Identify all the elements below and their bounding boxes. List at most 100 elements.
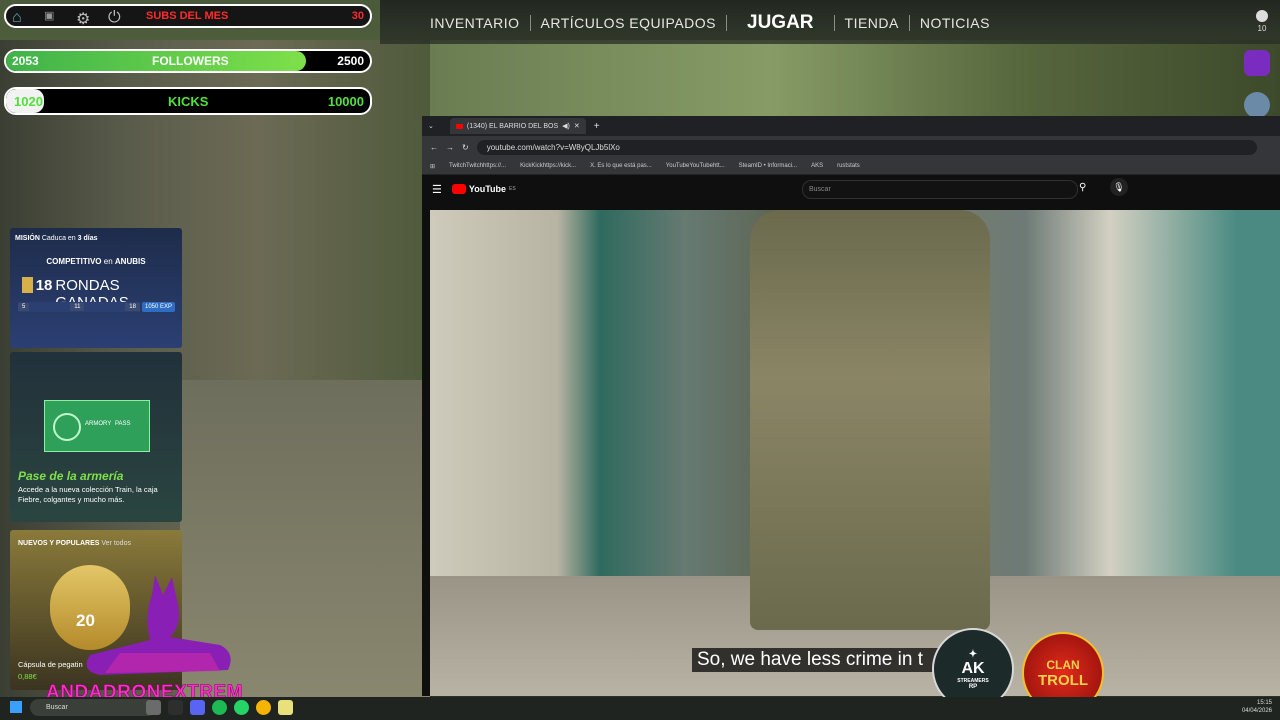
chrome-icon[interactable] — [256, 700, 271, 715]
game-background-trees — [430, 40, 1280, 120]
mission-expires: Caduca en — [41, 235, 76, 242]
power-icon: ⏻ — [108, 9, 121, 26]
browser-tab-bar: ⌄ (1340) EL BARRIO DEL BOS ◀) ✕ + — [422, 116, 1280, 136]
bookmark-ruststats[interactable]: ruststats — [837, 163, 860, 169]
nav-news[interactable]: NOTICIAS — [910, 9, 1000, 37]
apps-icon[interactable]: ⊞ — [430, 163, 435, 170]
followers-bar: 2053 FOLLOWERS 2500 — [4, 49, 372, 73]
video-soldier-figure — [750, 210, 990, 630]
youtube-search-placeholder: Buscar — [809, 186, 831, 193]
armory-pass-card: ARMORY PASS — [44, 400, 150, 452]
followers-goal: 2500 — [337, 54, 364, 68]
browser-address-row: ← → ↻ youtube.com/watch?v=W8yQLJb5lXo — [422, 136, 1280, 158]
youtube-favicon-icon — [455, 123, 463, 129]
followers-current: 2053 — [12, 54, 39, 68]
followers-label: FOLLOWERS — [152, 54, 229, 68]
nav-equipped[interactable]: ARTÍCULOS EQUIPADOS — [531, 9, 726, 37]
game-nav: INVENTARIO ARTÍCULOS EQUIPADOS JUGAR TIE… — [420, 8, 1000, 38]
close-tab-icon[interactable]: ✕ — [574, 122, 580, 130]
news-title: NUEVOS Y POPULARES — [18, 540, 100, 547]
mission-panel[interactable]: MISIÓN Caduca en 3 días COMPETITIVO en A… — [10, 228, 182, 348]
bookmark-kick[interactable]: KickKickhttps://kick... — [520, 163, 576, 169]
bookmark-aks[interactable]: AKS — [811, 163, 823, 169]
clan-logo-line1: CLAN — [1046, 657, 1080, 672]
browser-window: ⌄ (1340) EL BARRIO DEL BOS ◀) ✕ + ← → ↻ … — [422, 116, 1280, 696]
tray-time: 15:15 — [1256, 700, 1272, 706]
video-caption-text: So, we have less crime in t — [697, 649, 923, 670]
youtube-play-icon — [451, 184, 466, 194]
bookmark-twitch[interactable]: TwitchTwitchhttps://... — [449, 163, 506, 169]
nav-store[interactable]: TIENDA — [835, 9, 909, 37]
menu-icon[interactable]: ☰ — [432, 183, 442, 196]
nav-play[interactable]: JUGAR — [727, 8, 834, 38]
youtube-logo-text: YouTube — [468, 184, 507, 194]
notes-icon[interactable] — [278, 700, 293, 715]
armory-pass-label: ARMORY — [85, 421, 112, 427]
whatsapp-icon[interactable] — [234, 700, 249, 715]
address-bar[interactable]: youtube.com/watch?v=W8yQLJb5lXo — [476, 139, 1257, 155]
taskbar-search[interactable]: Buscar — [30, 699, 156, 716]
mission-milestone: 18 — [125, 303, 140, 311]
tab-list-icon[interactable]: ⌄ — [428, 122, 434, 130]
tray-date: 04/04/2026 — [1241, 708, 1272, 714]
ak-logo-title: AK — [961, 659, 985, 677]
mission-mode: COMPETITIVO — [46, 257, 102, 266]
youtube-search-input[interactable]: Buscar — [802, 180, 1078, 199]
user-icon — [1256, 10, 1268, 22]
armory-title: Pase de la armería — [18, 469, 124, 483]
gear-icon: ⚙ — [76, 11, 91, 28]
kicks-label: KICKS — [168, 93, 209, 109]
subs-bar: ⌂ ▣ ⚙ ⏻ SUBS DEL MES 30 — [4, 4, 372, 28]
video-player[interactable]: So, we have less crime in t...........e — [430, 210, 1280, 696]
mission-xp: 1050 EXP — [142, 302, 176, 312]
forward-icon[interactable]: → — [446, 143, 454, 152]
mission-header: MISIÓN — [15, 235, 40, 242]
nav-inventory[interactable]: INVENTARIO — [420, 9, 530, 37]
armory-panel[interactable]: ARMORY PASS Pase de la armería Accede a … — [10, 352, 182, 522]
kicks-goal: 10000 — [327, 93, 364, 109]
spotify-icon[interactable] — [212, 700, 227, 715]
ak-logo-rp: RP — [968, 683, 978, 690]
speaker-icon[interactable]: ◀) — [562, 122, 570, 130]
clan-logo-line2: TROLL — [1038, 671, 1088, 689]
friend-avatar[interactable] — [1244, 50, 1270, 76]
taskbar-search-text: Buscar — [46, 704, 68, 711]
armory-desc: Accede a la nueva colección Train, la ca… — [18, 485, 158, 504]
mission-days: 3 días — [77, 235, 98, 242]
discord-icon[interactable] — [190, 700, 205, 715]
bookmark-youtube[interactable]: YouTubeYouTubehtt... — [666, 163, 725, 169]
new-tab-icon[interactable]: + — [594, 121, 600, 132]
news-more-link[interactable]: Ver todos — [101, 540, 131, 547]
armory-pass-sub: PASS — [115, 421, 131, 427]
system-tray[interactable]: 15:15 04/04/2026 — [1242, 699, 1272, 715]
subs-value: 30 — [351, 10, 364, 22]
bookmark-steamid[interactable]: SteamID • Informaci... — [739, 163, 797, 169]
tv-icon: ▣ — [44, 10, 55, 22]
browser-tab[interactable]: (1340) EL BARRIO DEL BOS ◀) ✕ — [449, 118, 586, 134]
explorer-icon[interactable] — [168, 700, 183, 715]
kicks-current: 1020 — [14, 93, 43, 109]
mission-header-line: MISIÓN Caduca en 3 días — [15, 235, 98, 242]
kicks-bar: 1020 KICKS 10000 — [4, 87, 372, 115]
reload-icon[interactable]: ↻ — [462, 143, 469, 152]
mission-in: en — [103, 257, 113, 266]
windows-start-icon[interactable] — [10, 701, 22, 713]
user-count: 10 — [1257, 24, 1267, 33]
back-icon[interactable]: ← — [430, 143, 438, 152]
microphone-icon[interactable]: 🎙 — [1110, 178, 1128, 196]
bookmark-x[interactable]: X. Es lo que está pas... — [590, 163, 652, 169]
star-icon — [53, 413, 81, 441]
youtube-region: ES — [509, 186, 516, 192]
youtube-logo[interactable]: YouTube ES — [451, 184, 516, 194]
search-icon[interactable]: ⚲ — [1079, 182, 1086, 193]
mission-map: ANUBIS — [114, 257, 146, 266]
mission-progress: 5 11 18 — [18, 302, 140, 312]
user-profile[interactable]: 10 — [1256, 10, 1268, 33]
task-view-icon[interactable] — [146, 700, 161, 715]
friend-avatar[interactable] — [1244, 92, 1270, 118]
subs-bar-icons: ⌂ ▣ ⚙ ⏻ — [12, 9, 122, 28]
mission-icon — [22, 277, 33, 293]
mission-milestone: 5 — [18, 303, 30, 311]
windows-taskbar: Buscar 15:15 04/04/2026 — [0, 697, 1280, 720]
news-title-line: NUEVOS Y POPULARES Ver todos — [18, 540, 131, 547]
